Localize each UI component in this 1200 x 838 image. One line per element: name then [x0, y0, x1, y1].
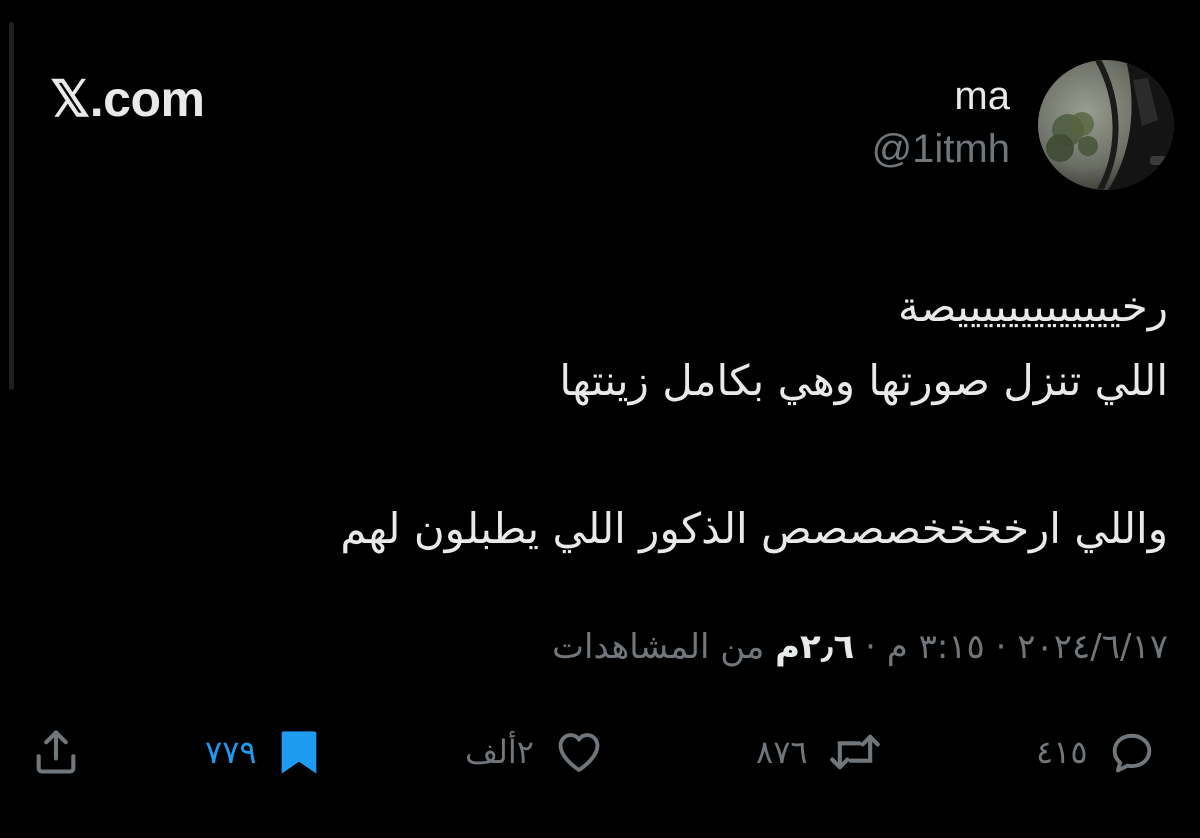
share-icon [36, 730, 76, 774]
tweet-date[interactable]: ٢٠٢٤/٦/١٧ [1017, 627, 1168, 667]
repost-count: ٨٧٦ [756, 733, 808, 771]
like-count: ٢ألف [465, 733, 534, 771]
scroll-indicator[interactable] [9, 22, 14, 390]
meta-separator: · [984, 627, 1018, 667]
views-count[interactable]: ٢٫٦م [775, 627, 854, 667]
views-label: من المشاهدات [552, 627, 776, 667]
tweet-line: رخيييييييييييييصة [898, 282, 1168, 331]
action-bar: ٤١٥ ٨٧٦ ٢ألف ٧٧٩ [0, 712, 1200, 792]
avatar-photo-icon [1038, 60, 1174, 190]
tweet-line: واللي ارخخخخصصصص الذكور اللي يطبلون لهم [340, 504, 1168, 553]
tweet-meta: ٢٠٢٤/٦/١٧ · ٣:١٥ م · ٢٫٦م من المشاهدات [552, 627, 1168, 667]
reply-icon [1112, 733, 1151, 773]
heart-icon [558, 733, 600, 772]
author-name[interactable]: ma [954, 74, 1010, 119]
tweet-screenshot: 𝕏.com ma @1itmh رخيييييييييييييصة اللي ت… [0, 0, 1200, 838]
author-handle[interactable]: @1itmh [872, 127, 1010, 172]
reply-count: ٤١٥ [1036, 733, 1088, 771]
site-logo[interactable]: 𝕏.com [50, 70, 205, 128]
bookmark-icon [281, 731, 316, 774]
tweet-time[interactable]: ٣:١٥ م [887, 627, 985, 667]
share-button[interactable] [30, 712, 82, 792]
repost-button[interactable]: ٨٧٦ [756, 712, 884, 792]
like-button[interactable]: ٢ألف [465, 712, 606, 792]
repost-icon [829, 734, 880, 770]
meta-separator: · [854, 627, 887, 667]
tweet-text: رخيييييييييييييصة اللي تنزل صورتها وهي ب… [88, 270, 1168, 566]
bookmark-button[interactable]: ٧٧٩ [205, 712, 323, 792]
avatar[interactable] [1038, 60, 1174, 190]
bookmark-count: ٧٧٩ [205, 733, 257, 771]
tweet-line: اللي تنزل صورتها وهي بكامل زينتها [559, 356, 1168, 405]
reply-button[interactable]: ٤١٥ [1036, 712, 1158, 792]
